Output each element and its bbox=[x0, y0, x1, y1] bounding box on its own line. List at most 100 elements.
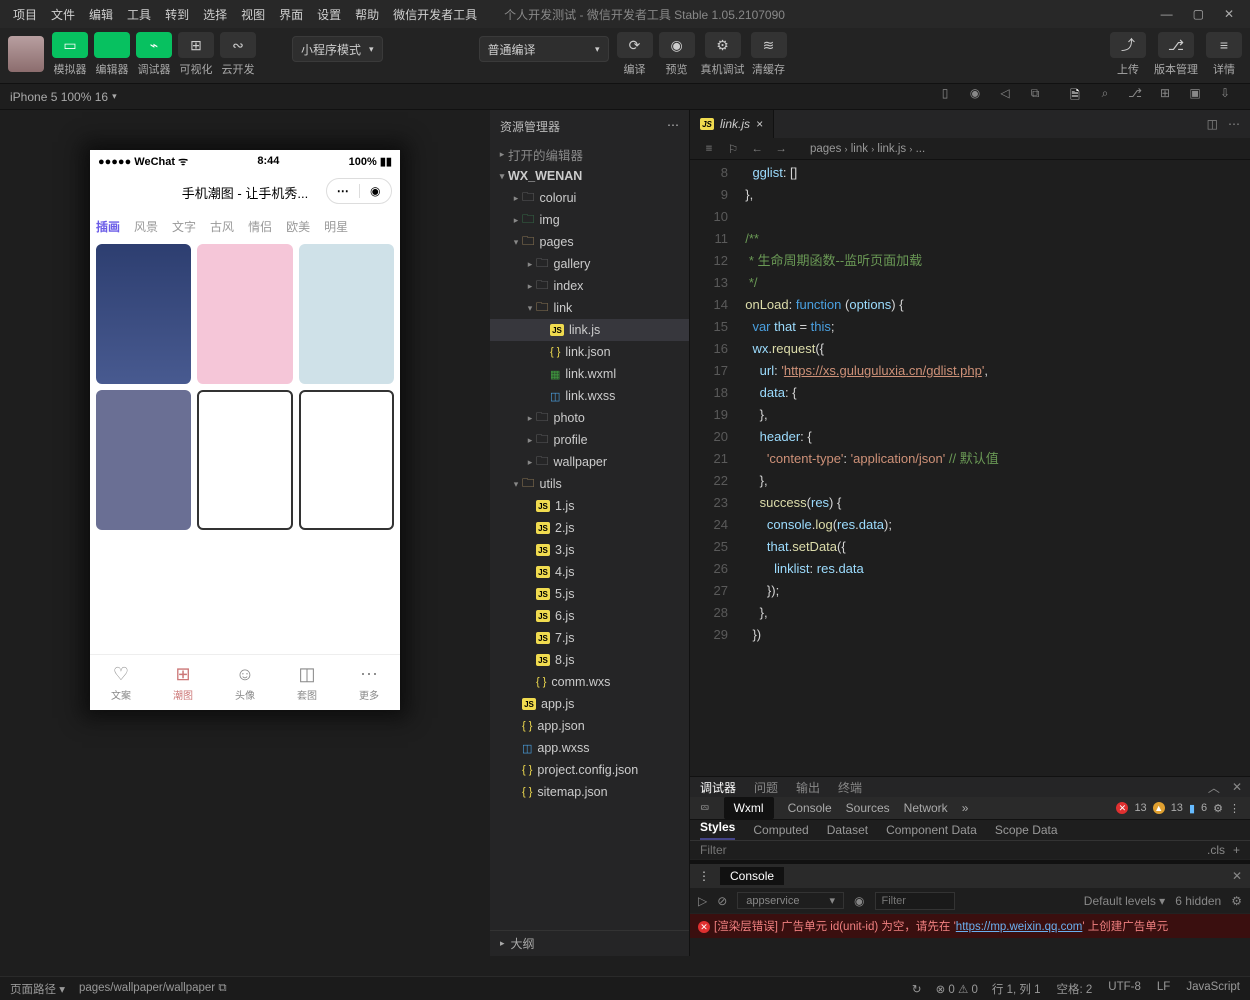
bookmark-icon[interactable]: ⚐ bbox=[724, 142, 742, 156]
list-icon[interactable]: ≡ bbox=[700, 143, 718, 155]
avatar[interactable] bbox=[8, 36, 44, 72]
compile-select[interactable]: 普通编译▾ bbox=[479, 36, 609, 62]
tree-node[interactable]: JS2.js bbox=[490, 517, 689, 539]
close-tab-icon[interactable]: × bbox=[756, 117, 763, 131]
maximize-icon[interactable]: ▢ bbox=[1193, 7, 1204, 21]
tree-node[interactable]: ▸🗀img bbox=[490, 209, 689, 231]
tree-node[interactable]: JS7.js bbox=[490, 627, 689, 649]
tree-node[interactable]: ◫app.wxss bbox=[490, 737, 689, 759]
phone-tab[interactable]: 文字 bbox=[172, 218, 196, 235]
chevron-up-icon[interactable]: ︿ bbox=[1208, 779, 1220, 796]
clear-icon[interactable]: ⊘ bbox=[717, 894, 727, 908]
tab-computed[interactable]: Computed bbox=[753, 823, 808, 837]
close-icon[interactable]: ✕ bbox=[1224, 7, 1234, 21]
调试器-button[interactable]: ⌁ bbox=[136, 32, 172, 58]
device-info[interactable]: iPhone 5 100% 16 bbox=[10, 90, 108, 104]
nav-back-icon[interactable]: ← bbox=[748, 143, 766, 155]
page-path[interactable]: pages/wallpaper/wallpaper ⧉ bbox=[79, 982, 227, 995]
menu-item[interactable]: 设置 bbox=[310, 8, 348, 22]
tab-styles[interactable]: Styles bbox=[700, 820, 735, 840]
编译-button[interactable]: ⟳ bbox=[617, 32, 653, 58]
page-path-label[interactable]: 页面路径 ▾ bbox=[10, 981, 65, 997]
tree-node[interactable]: ▸🗀wallpaper bbox=[490, 451, 689, 473]
hidden-count[interactable]: 6 hidden bbox=[1175, 894, 1221, 908]
tab-sources[interactable]: Sources bbox=[846, 801, 890, 815]
menu-item[interactable]: 文件 bbox=[44, 8, 82, 22]
code-editor[interactable]: 8910111213141516171819202122232425262728… bbox=[690, 160, 1250, 776]
tree-node[interactable]: ▾🗀link bbox=[490, 297, 689, 319]
真机调试-button[interactable]: ⚙ bbox=[705, 32, 741, 58]
tree-node[interactable]: { }link.json bbox=[490, 341, 689, 363]
phone-tab[interactable]: 插画 bbox=[96, 218, 120, 235]
console-filter-input[interactable] bbox=[875, 892, 955, 910]
phone-nav-item[interactable]: ♡文案 bbox=[90, 655, 152, 710]
tree-node[interactable]: JSapp.js bbox=[490, 693, 689, 715]
tab-problems[interactable]: 问题 bbox=[754, 779, 778, 796]
minimize-icon[interactable]: — bbox=[1161, 7, 1173, 21]
split-icon[interactable]: ◫ bbox=[1207, 117, 1218, 131]
phone-nav-item[interactable]: ⋯更多 bbox=[338, 655, 400, 710]
tree-node[interactable]: ▾🗀utils bbox=[490, 473, 689, 495]
预览-button[interactable]: ◉ bbox=[659, 32, 695, 58]
可视化-button[interactable]: ⊞ bbox=[178, 32, 214, 58]
tree-node[interactable]: JS8.js bbox=[490, 649, 689, 671]
context-select[interactable]: appservice▾ bbox=[737, 892, 844, 909]
phone-preview[interactable]: ●●●●● WeChat ᯤ 8:44 100% ▮▮ 手机潮图 - 让手机秀.… bbox=[90, 150, 400, 710]
phone-tab[interactable]: 风景 bbox=[134, 218, 158, 235]
tree-node[interactable]: { }project.config.json bbox=[490, 759, 689, 781]
menu-item[interactable]: 选择 bbox=[196, 8, 234, 22]
device-icon[interactable]: ▯ bbox=[930, 86, 960, 107]
tree-node[interactable]: ▸🗀photo bbox=[490, 407, 689, 429]
more-icon[interactable]: ⋯ bbox=[1228, 117, 1240, 131]
menu-item[interactable]: 工具 bbox=[120, 8, 158, 22]
tree-node[interactable]: ◫link.wxss bbox=[490, 385, 689, 407]
tab-terminal[interactable]: 终端 bbox=[838, 779, 862, 796]
tree-node[interactable]: { }comm.wxs bbox=[490, 671, 689, 693]
error-badge[interactable]: ✕ bbox=[1116, 802, 1128, 814]
status-item[interactable]: JavaScript bbox=[1186, 981, 1240, 997]
phone-tab[interactable]: 情侣 bbox=[248, 218, 272, 235]
thumb[interactable] bbox=[299, 244, 394, 384]
project-root[interactable]: ▾WX_WENAN bbox=[490, 165, 689, 187]
files-icon[interactable]: 🗎 bbox=[1060, 86, 1090, 107]
tree-node[interactable]: ▦link.wxml bbox=[490, 363, 689, 385]
eye-icon[interactable]: ◉ bbox=[854, 894, 864, 908]
nav-fwd-icon[interactable]: → bbox=[772, 143, 790, 155]
tree-node[interactable]: JS4.js bbox=[490, 561, 689, 583]
warn-badge[interactable]: ▲ bbox=[1153, 802, 1165, 814]
menu-item[interactable]: 界面 bbox=[272, 8, 310, 22]
gear-icon[interactable]: ⚙ bbox=[1231, 894, 1242, 908]
thumb[interactable] bbox=[299, 390, 394, 530]
styles-filter-input[interactable] bbox=[700, 843, 1199, 857]
console-tab[interactable]: Console bbox=[720, 867, 784, 885]
back-icon[interactable]: ◁ bbox=[990, 86, 1020, 107]
menu-item[interactable]: 视图 bbox=[234, 8, 272, 22]
inspect-icon[interactable]: ⮹ bbox=[700, 801, 710, 816]
tree-node[interactable]: ▸🗀profile bbox=[490, 429, 689, 451]
more-icon[interactable]: ⋯ bbox=[667, 118, 679, 135]
模拟器-button[interactable]: ▭ bbox=[52, 32, 88, 58]
info-badge[interactable]: ▮ bbox=[1189, 802, 1195, 815]
tree-node[interactable]: ▸🗀colorui bbox=[490, 187, 689, 209]
phone-nav-item[interactable]: ⊞潮图 bbox=[152, 655, 214, 710]
phone-nav-item[interactable]: ☺头像 bbox=[214, 655, 276, 710]
版本管理-button[interactable]: ⎇ bbox=[1158, 32, 1194, 58]
tree-node[interactable]: JSlink.js bbox=[490, 319, 689, 341]
menu-item[interactable]: 项目 bbox=[6, 8, 44, 22]
open-editors-section[interactable]: ▸打开的编辑器 bbox=[490, 143, 689, 165]
云开发-button[interactable]: ∾ bbox=[220, 32, 256, 58]
phone-nav-item[interactable]: ◫套图 bbox=[276, 655, 338, 710]
tree-node[interactable]: { }sitemap.json bbox=[490, 781, 689, 803]
thumb[interactable] bbox=[197, 244, 292, 384]
close-icon[interactable]: ✕ bbox=[1232, 780, 1242, 794]
crumb[interactable]: link.js bbox=[877, 143, 906, 155]
capsule-button[interactable]: ⋯◉ bbox=[326, 178, 392, 204]
tab-network[interactable]: Network bbox=[904, 801, 948, 815]
mode-select[interactable]: 小程序模式▾ bbox=[292, 36, 383, 62]
tab-console[interactable]: Console bbox=[788, 801, 832, 815]
tab-scopedata[interactable]: Scope Data bbox=[995, 823, 1058, 837]
record-icon[interactable]: ◉ bbox=[960, 86, 990, 107]
thumb[interactable] bbox=[197, 390, 292, 530]
problems-status[interactable]: ⊗ 0 ⚠ 0 bbox=[936, 982, 978, 996]
branch-icon[interactable]: ⎇ bbox=[1120, 86, 1150, 107]
